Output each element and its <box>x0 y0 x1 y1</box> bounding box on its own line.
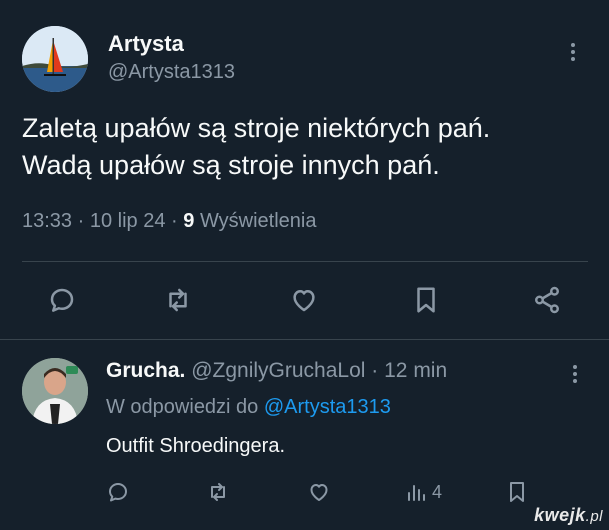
post-meta: 13:33 · 10 lip 24 · 9 Wyświetlenia <box>22 210 317 233</box>
kwejk-watermark: kwejk.pl <box>534 505 603 526</box>
windsurfer-avatar-image <box>22 26 88 92</box>
more-options-icon[interactable] <box>566 40 580 68</box>
more-options-icon[interactable] <box>568 362 582 390</box>
meta-separator: · <box>77 210 85 232</box>
views-label: Wyświetlenia <box>199 210 317 232</box>
author-name[interactable]: Artysta <box>108 31 184 57</box>
reply-icon[interactable] <box>44 282 80 318</box>
views-count: 9 <box>183 210 195 232</box>
author-handle[interactable]: @Artysta1313 <box>108 61 235 84</box>
watermark-suffix: .pl <box>585 508 603 525</box>
person-avatar-image <box>22 358 88 424</box>
retweet-icon[interactable] <box>206 478 230 506</box>
post-actions <box>0 282 609 322</box>
reply-author-name[interactable]: Grucha. <box>106 359 185 382</box>
bookmark-icon[interactable] <box>505 478 529 506</box>
post-text-line-2: Wadą upałów są stroje innych pań. <box>22 150 440 180</box>
reply-text: Outfit Shroedingera. <box>106 435 285 457</box>
post-time[interactable]: 13:33 <box>22 210 72 232</box>
post-text: Zaletą upałów są stroje niektórych pań. … <box>22 110 490 184</box>
replying-to-link[interactable]: @Artysta1313 <box>264 396 391 418</box>
like-heart-icon[interactable] <box>286 282 322 318</box>
replying-prefix: W odpowiedzi do <box>106 396 259 418</box>
reply-actions: 4 <box>0 478 609 508</box>
post-text-line-1: Zaletą upałów są stroje niektórych pań. <box>22 113 491 143</box>
replying-to: W odpowiedzi do @Artysta1313 <box>106 396 391 419</box>
divider <box>22 261 588 262</box>
divider <box>0 339 609 340</box>
reply-views-count: 4 <box>432 481 443 502</box>
reply-author-avatar[interactable] <box>22 358 88 424</box>
share-icon[interactable] <box>529 282 565 318</box>
like-heart-icon[interactable] <box>307 478 331 506</box>
meta-separator: · <box>371 359 379 382</box>
reply-header: Grucha. @ZgnilyGruchaLol · 12 min <box>106 359 447 383</box>
reply-author-handle[interactable]: @ZgnilyGruchaLol <box>191 359 365 382</box>
reply-icon[interactable] <box>106 478 130 506</box>
retweet-icon[interactable] <box>160 282 196 318</box>
author-avatar[interactable] <box>22 26 88 92</box>
views-icon[interactable]: 4 <box>405 478 442 506</box>
reply-age[interactable]: 12 min <box>384 359 447 382</box>
bookmark-icon[interactable] <box>408 282 444 318</box>
post-date[interactable]: 10 lip 24 <box>90 210 166 232</box>
watermark-main: kwejk <box>534 505 586 525</box>
meta-separator: · <box>171 210 178 232</box>
